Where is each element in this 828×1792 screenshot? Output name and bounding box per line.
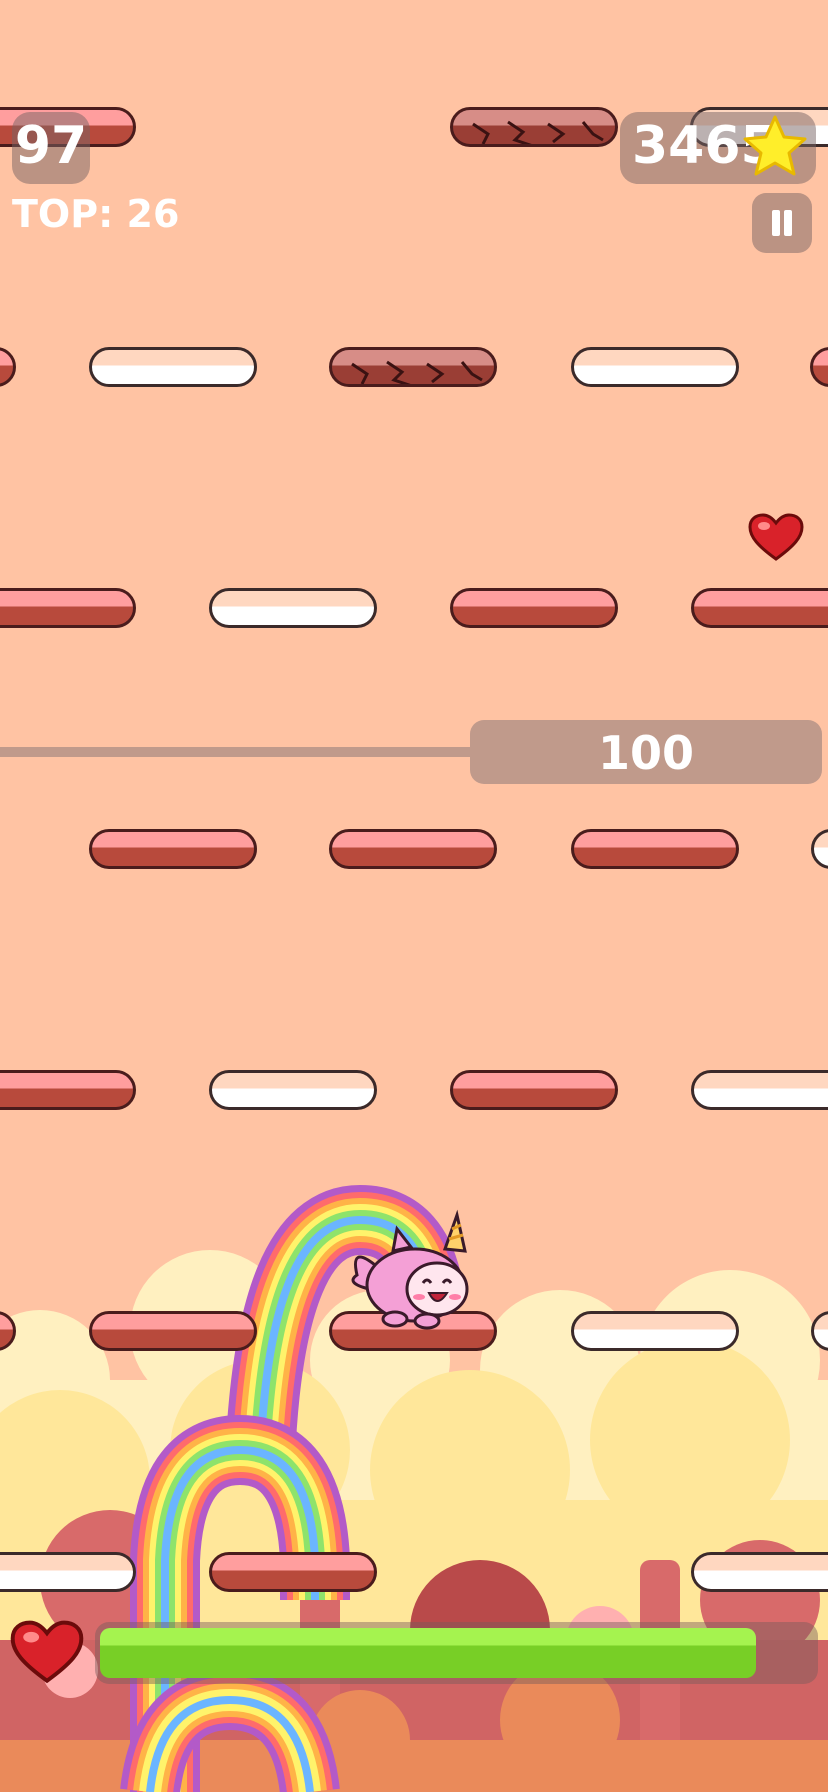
heart-icon — [10, 1620, 84, 1684]
platform — [0, 1070, 136, 1110]
platform — [691, 1070, 828, 1110]
pause-icon — [784, 210, 792, 236]
platform — [209, 588, 377, 628]
pause-icon — [772, 210, 780, 236]
platform — [691, 588, 828, 628]
platform — [89, 1311, 257, 1351]
platform — [571, 347, 739, 387]
platform — [0, 1552, 136, 1592]
pause-button[interactable] — [752, 193, 812, 253]
platform — [450, 588, 618, 628]
platform — [571, 829, 739, 869]
game-stage[interactable]: 100 97 TOP: 26 3465 — [0, 0, 828, 1792]
milestone-line — [0, 747, 470, 757]
unicorn-cat-player — [351, 1209, 469, 1330]
platform — [450, 1070, 618, 1110]
rainbow-trail — [120, 1184, 465, 1792]
platform — [329, 829, 497, 869]
platform — [0, 588, 136, 628]
platform — [209, 1070, 377, 1110]
height-score: 97 — [14, 116, 88, 176]
health-bar — [95, 1622, 818, 1684]
platform — [89, 347, 257, 387]
platform — [571, 1311, 739, 1351]
top-score: TOP: 26 — [12, 192, 180, 236]
platform — [691, 1552, 828, 1592]
platform — [209, 1552, 377, 1592]
milestone-label: 100 — [597, 726, 695, 780]
milestone-badge: 100 — [470, 720, 822, 784]
cracked-platform — [450, 107, 618, 147]
star-icon — [743, 115, 807, 176]
cracked-platform — [329, 347, 497, 387]
heart-pickup-icon[interactable] — [748, 513, 804, 563]
health-bar-fill — [100, 1628, 756, 1678]
platform — [89, 829, 257, 869]
